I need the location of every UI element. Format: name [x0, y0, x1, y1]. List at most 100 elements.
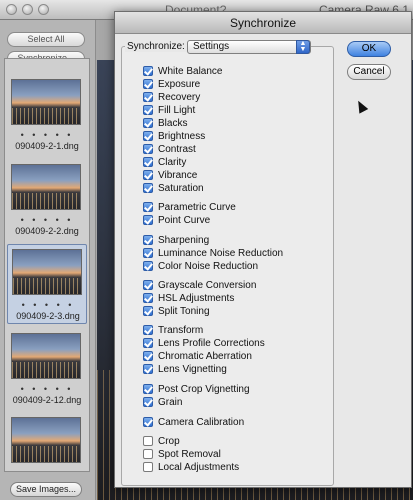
- checkbox[interactable]: [143, 364, 153, 374]
- checkbox[interactable]: [143, 280, 153, 290]
- option-label: Contrast: [158, 143, 196, 155]
- option-checkbox-row[interactable]: Vibrance: [143, 169, 197, 181]
- option-checkbox-row[interactable]: Color Noise Reduction: [143, 260, 258, 272]
- option-label: Split Toning: [158, 305, 210, 317]
- checkbox[interactable]: [143, 144, 153, 154]
- filmstrip-thumb[interactable]: • • • • • 090409-2-2.dng: [7, 160, 87, 240]
- option-checkbox-row[interactable]: Contrast: [143, 143, 196, 155]
- checkbox[interactable]: [143, 306, 153, 316]
- option-label: Grain: [158, 396, 183, 408]
- option-checkbox-row[interactable]: Camera Calibration: [143, 416, 244, 428]
- mouse-pointer-icon: [353, 98, 369, 114]
- checkbox[interactable]: [143, 235, 153, 245]
- option-checkbox-row[interactable]: Post Crop Vignetting: [143, 383, 250, 395]
- rating-stars[interactable]: • • • • •: [7, 384, 87, 394]
- select-all-button[interactable]: Select All: [7, 32, 85, 47]
- option-label: Point Curve: [158, 214, 211, 226]
- checkbox[interactable]: [143, 384, 153, 394]
- option-checkbox-row[interactable]: HSL Adjustments: [143, 292, 234, 304]
- option-checkbox-row[interactable]: White Balance: [143, 65, 222, 77]
- save-images-button[interactable]: Save Images...: [10, 482, 82, 497]
- close-window-icon[interactable]: [6, 4, 17, 15]
- filmstrip-thumb[interactable]: • • • • • 090409-2-1.dng: [7, 75, 87, 155]
- checkbox[interactable]: [143, 436, 153, 446]
- checkbox[interactable]: [143, 170, 153, 180]
- minimize-window-icon[interactable]: [22, 4, 33, 15]
- checkbox[interactable]: [143, 449, 153, 459]
- filmstrip-thumb[interactable]: • • • • • 090409-2-12.dng: [7, 329, 87, 409]
- option-checkbox-row[interactable]: Clarity: [143, 156, 186, 168]
- thumbnail-image: [11, 333, 81, 379]
- synchronize-dialog: Synchronize Synchronize: Settings ▲ ▼ Whi…: [114, 11, 412, 488]
- zoom-window-icon[interactable]: [38, 4, 49, 15]
- rating-stars[interactable]: • • • • •: [7, 215, 87, 225]
- option-label: Fill Light: [158, 104, 196, 116]
- option-checkbox-row[interactable]: Grayscale Conversion: [143, 279, 256, 291]
- checkbox[interactable]: [143, 261, 153, 271]
- thumb-filename: 090409-2-12.dng: [12, 395, 82, 405]
- thumbnail-image: [11, 164, 81, 210]
- option-checkbox-row[interactable]: Point Curve: [143, 214, 210, 226]
- checkbox[interactable]: [143, 351, 153, 361]
- option-checkbox-row[interactable]: Lens Vignetting: [143, 363, 227, 375]
- option-label: Spot Removal: [158, 448, 221, 460]
- rating-stars[interactable]: • • • • •: [7, 130, 87, 140]
- thumbnail-image: [12, 249, 82, 295]
- option-label: Parametric Curve: [158, 201, 236, 213]
- option-checkbox-row[interactable]: Split Toning: [143, 305, 210, 317]
- thumbnail-image: [11, 79, 81, 125]
- checkbox[interactable]: [143, 462, 153, 472]
- option-label: HSL Adjustments: [158, 292, 235, 304]
- option-label: Clarity: [158, 156, 187, 168]
- filmstrip-thumb[interactable]: [7, 413, 87, 471]
- thumb-filename: 090409-2-3.dng: [16, 311, 80, 321]
- checkbox[interactable]: [143, 183, 153, 193]
- option-checkbox-row[interactable]: Spot Removal: [143, 448, 221, 460]
- option-label: Exposure: [158, 78, 201, 90]
- checkbox[interactable]: [143, 325, 153, 335]
- option-checkbox-row[interactable]: Lens Profile Corrections: [143, 337, 265, 349]
- option-checkbox-row[interactable]: Sharpening: [143, 234, 209, 246]
- option-checkbox-row[interactable]: Chromatic Aberration: [143, 350, 252, 362]
- rating-stars[interactable]: • • • • •: [8, 300, 88, 310]
- checkbox[interactable]: [143, 79, 153, 89]
- checkbox[interactable]: [143, 293, 153, 303]
- checkbox[interactable]: [143, 118, 153, 128]
- option-label: Brightness: [158, 130, 206, 142]
- dialog-title: Synchronize: [115, 12, 411, 34]
- checkbox[interactable]: [143, 66, 153, 76]
- option-checkbox-row[interactable]: Blacks: [143, 117, 187, 129]
- option-checkbox-row[interactable]: Saturation: [143, 182, 204, 194]
- cancel-button[interactable]: Cancel: [347, 64, 391, 80]
- option-checkbox-row[interactable]: Local Adjustments: [143, 461, 239, 473]
- checkbox[interactable]: [143, 248, 153, 258]
- option-checkbox-row[interactable]: Exposure: [143, 78, 200, 90]
- checkbox[interactable]: [143, 202, 153, 212]
- option-checkbox-row[interactable]: Transform: [143, 324, 203, 336]
- checkbox[interactable]: [143, 338, 153, 348]
- option-checkbox-row[interactable]: Recovery: [143, 91, 200, 103]
- filmstrip[interactable]: • • • • • 090409-2-1.dng • • • • • 09040…: [4, 58, 90, 472]
- option-checkbox-row[interactable]: Fill Light: [143, 104, 195, 116]
- option-checkbox-row[interactable]: Parametric Curve: [143, 201, 236, 213]
- checkbox[interactable]: [143, 397, 153, 407]
- checkbox[interactable]: [143, 92, 153, 102]
- checkbox[interactable]: [143, 131, 153, 141]
- option-label: Color Noise Reduction: [158, 260, 259, 272]
- synchronize-preset-select[interactable]: Settings ▲ ▼: [187, 40, 311, 54]
- option-checkbox-row[interactable]: Luminance Noise Reduction: [143, 247, 283, 259]
- filmstrip-thumb-selected[interactable]: • • • • • 090409-2-3.dng: [7, 244, 87, 324]
- option-label: Lens Profile Corrections: [158, 337, 265, 349]
- checkbox[interactable]: [143, 157, 153, 167]
- checkbox[interactable]: [143, 215, 153, 225]
- synchronize-label: Synchronize:: [125, 41, 187, 52]
- option-checkbox-row[interactable]: Brightness: [143, 130, 205, 142]
- option-checkbox-row[interactable]: Crop: [143, 435, 180, 447]
- option-label: Recovery: [158, 91, 201, 103]
- option-checkbox-row[interactable]: Grain: [143, 396, 182, 408]
- checkbox[interactable]: [143, 105, 153, 115]
- ok-button[interactable]: OK: [347, 41, 391, 57]
- checkbox[interactable]: [143, 417, 153, 427]
- option-label: Lens Vignetting: [158, 363, 227, 375]
- option-label: Transform: [158, 324, 204, 336]
